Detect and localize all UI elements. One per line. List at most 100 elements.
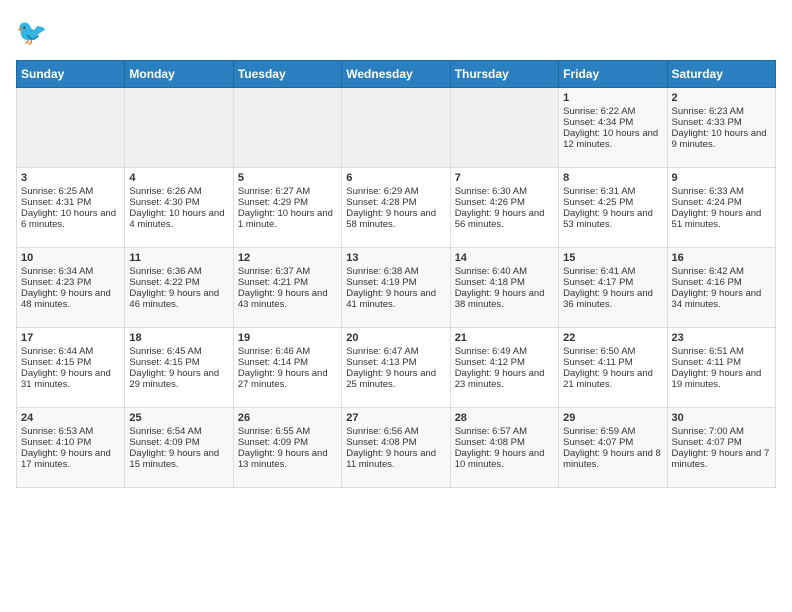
daylight-text: Daylight: 10 hours and 4 minutes. bbox=[129, 208, 224, 230]
calendar-cell: 26Sunrise: 6:55 AMSunset: 4:09 PMDayligh… bbox=[233, 408, 341, 488]
day-number: 7 bbox=[455, 172, 554, 184]
col-header-sunday: Sunday bbox=[17, 61, 125, 88]
daylight-text: Daylight: 9 hours and 21 minutes. bbox=[563, 368, 653, 390]
sunrise-text: Sunrise: 6:46 AM bbox=[238, 346, 310, 357]
logo-icon: 🐦 bbox=[16, 16, 52, 52]
day-number: 2 bbox=[672, 92, 771, 104]
sunset-text: Sunset: 4:33 PM bbox=[672, 117, 742, 128]
daylight-text: Daylight: 9 hours and 29 minutes. bbox=[129, 368, 219, 390]
col-header-saturday: Saturday bbox=[667, 61, 775, 88]
day-number: 4 bbox=[129, 172, 228, 184]
svg-text:🐦: 🐦 bbox=[16, 19, 47, 47]
sunrise-text: Sunrise: 6:33 AM bbox=[672, 186, 744, 197]
day-number: 9 bbox=[672, 172, 771, 184]
calendar-cell: 13Sunrise: 6:38 AMSunset: 4:19 PMDayligh… bbox=[342, 248, 450, 328]
calendar-cell: 4Sunrise: 6:26 AMSunset: 4:30 PMDaylight… bbox=[125, 168, 233, 248]
calendar-cell: 14Sunrise: 6:40 AMSunset: 4:18 PMDayligh… bbox=[450, 248, 558, 328]
sunrise-text: Sunrise: 6:42 AM bbox=[672, 266, 744, 277]
sunrise-text: Sunrise: 6:55 AM bbox=[238, 426, 310, 437]
sunset-text: Sunset: 4:29 PM bbox=[238, 197, 308, 208]
sunset-text: Sunset: 4:24 PM bbox=[672, 197, 742, 208]
calendar-cell: 3Sunrise: 6:25 AMSunset: 4:31 PMDaylight… bbox=[17, 168, 125, 248]
day-number: 1 bbox=[563, 92, 662, 104]
calendar-cell: 19Sunrise: 6:46 AMSunset: 4:14 PMDayligh… bbox=[233, 328, 341, 408]
daylight-text: Daylight: 10 hours and 9 minutes. bbox=[672, 128, 767, 150]
calendar-cell: 29Sunrise: 6:59 AMSunset: 4:07 PMDayligh… bbox=[559, 408, 667, 488]
calendar-cell: 9Sunrise: 6:33 AMSunset: 4:24 PMDaylight… bbox=[667, 168, 775, 248]
sunset-text: Sunset: 4:34 PM bbox=[563, 117, 633, 128]
sunrise-text: Sunrise: 6:45 AM bbox=[129, 346, 201, 357]
daylight-text: Daylight: 9 hours and 46 minutes. bbox=[129, 288, 219, 310]
sunrise-text: Sunrise: 6:40 AM bbox=[455, 266, 527, 277]
daylight-text: Daylight: 9 hours and 31 minutes. bbox=[21, 368, 111, 390]
sunset-text: Sunset: 4:08 PM bbox=[455, 437, 525, 448]
calendar-cell bbox=[233, 88, 341, 168]
daylight-text: Daylight: 9 hours and 34 minutes. bbox=[672, 288, 762, 310]
logo: 🐦 bbox=[16, 16, 56, 52]
sunset-text: Sunset: 4:07 PM bbox=[672, 437, 742, 448]
daylight-text: Daylight: 9 hours and 15 minutes. bbox=[129, 448, 219, 470]
sunrise-text: Sunrise: 6:36 AM bbox=[129, 266, 201, 277]
sunset-text: Sunset: 4:16 PM bbox=[672, 277, 742, 288]
daylight-text: Daylight: 10 hours and 6 minutes. bbox=[21, 208, 116, 230]
header-row: SundayMondayTuesdayWednesdayThursdayFrid… bbox=[17, 61, 776, 88]
week-row-2: 3Sunrise: 6:25 AMSunset: 4:31 PMDaylight… bbox=[17, 168, 776, 248]
day-number: 5 bbox=[238, 172, 337, 184]
daylight-text: Daylight: 9 hours and 53 minutes. bbox=[563, 208, 653, 230]
week-row-1: 1Sunrise: 6:22 AMSunset: 4:34 PMDaylight… bbox=[17, 88, 776, 168]
day-number: 22 bbox=[563, 332, 662, 344]
week-row-3: 10Sunrise: 6:34 AMSunset: 4:23 PMDayligh… bbox=[17, 248, 776, 328]
sunset-text: Sunset: 4:08 PM bbox=[346, 437, 416, 448]
day-number: 29 bbox=[563, 412, 662, 424]
daylight-text: Daylight: 9 hours and 10 minutes. bbox=[455, 448, 545, 470]
calendar-cell bbox=[342, 88, 450, 168]
sunset-text: Sunset: 4:21 PM bbox=[238, 277, 308, 288]
day-number: 14 bbox=[455, 252, 554, 264]
calendar-cell: 20Sunrise: 6:47 AMSunset: 4:13 PMDayligh… bbox=[342, 328, 450, 408]
calendar-cell: 21Sunrise: 6:49 AMSunset: 4:12 PMDayligh… bbox=[450, 328, 558, 408]
day-number: 30 bbox=[672, 412, 771, 424]
daylight-text: Daylight: 9 hours and 11 minutes. bbox=[346, 448, 436, 470]
calendar-cell: 5Sunrise: 6:27 AMSunset: 4:29 PMDaylight… bbox=[233, 168, 341, 248]
day-number: 24 bbox=[21, 412, 120, 424]
calendar-table: SundayMondayTuesdayWednesdayThursdayFrid… bbox=[16, 60, 776, 488]
daylight-text: Daylight: 9 hours and 36 minutes. bbox=[563, 288, 653, 310]
week-row-4: 17Sunrise: 6:44 AMSunset: 4:15 PMDayligh… bbox=[17, 328, 776, 408]
daylight-text: Daylight: 9 hours and 25 minutes. bbox=[346, 368, 436, 390]
daylight-text: Daylight: 9 hours and 8 minutes. bbox=[563, 448, 661, 470]
day-number: 27 bbox=[346, 412, 445, 424]
day-number: 8 bbox=[563, 172, 662, 184]
calendar-cell: 7Sunrise: 6:30 AMSunset: 4:26 PMDaylight… bbox=[450, 168, 558, 248]
sunset-text: Sunset: 4:26 PM bbox=[455, 197, 525, 208]
daylight-text: Daylight: 9 hours and 7 minutes. bbox=[672, 448, 770, 470]
calendar-cell: 8Sunrise: 6:31 AMSunset: 4:25 PMDaylight… bbox=[559, 168, 667, 248]
calendar-cell: 30 Sunrise: 7:00 AMSunset: 4:07 PMDayligh… bbox=[667, 408, 775, 488]
col-header-tuesday: Tuesday bbox=[233, 61, 341, 88]
day-number: 10 bbox=[21, 252, 120, 264]
sunset-text: Sunset: 4:19 PM bbox=[346, 277, 416, 288]
daylight-text: Daylight: 10 hours and 12 minutes. bbox=[563, 128, 658, 150]
sunset-text: Sunset: 4:17 PM bbox=[563, 277, 633, 288]
sunrise-text: Sunrise: 6:27 AM bbox=[238, 186, 310, 197]
sunset-text: Sunset: 4:22 PM bbox=[129, 277, 199, 288]
calendar-cell: 16 Sunrise: 6:42 AMSunset: 4:16 PMDayligh… bbox=[667, 248, 775, 328]
sunset-text: Sunset: 4:31 PM bbox=[21, 197, 91, 208]
daylight-text: Daylight: 9 hours and 23 minutes. bbox=[455, 368, 545, 390]
day-number: 12 bbox=[238, 252, 337, 264]
sunset-text: Sunset: 4:30 PM bbox=[129, 197, 199, 208]
sunrise-text: Sunrise: 6:41 AM bbox=[563, 266, 635, 277]
sunset-text: Sunset: 4:10 PM bbox=[21, 437, 91, 448]
daylight-text: Daylight: 9 hours and 58 minutes. bbox=[346, 208, 436, 230]
sunrise-text: Sunrise: 6:49 AM bbox=[455, 346, 527, 357]
calendar-cell bbox=[17, 88, 125, 168]
calendar-cell: 23Sunrise: 6:51 AMSunset: 4:11 PMDayligh… bbox=[667, 328, 775, 408]
sunset-text: Sunset: 4:09 PM bbox=[238, 437, 308, 448]
calendar-cell: 2Sunrise: 6:23 AMSunset: 4:33 PMDaylight… bbox=[667, 88, 775, 168]
sunset-text: Sunset: 4:15 PM bbox=[21, 357, 91, 368]
sunrise-text: Sunrise: 6:51 AM bbox=[672, 346, 744, 357]
day-number: 16 bbox=[672, 252, 771, 264]
sunrise-text: Sunrise: 7:00 AM bbox=[672, 426, 744, 437]
calendar-cell: 22Sunrise: 6:50 AMSunset: 4:11 PMDayligh… bbox=[559, 328, 667, 408]
sunrise-text: Sunrise: 6:25 AM bbox=[21, 186, 93, 197]
sunrise-text: Sunrise: 6:29 AM bbox=[346, 186, 418, 197]
